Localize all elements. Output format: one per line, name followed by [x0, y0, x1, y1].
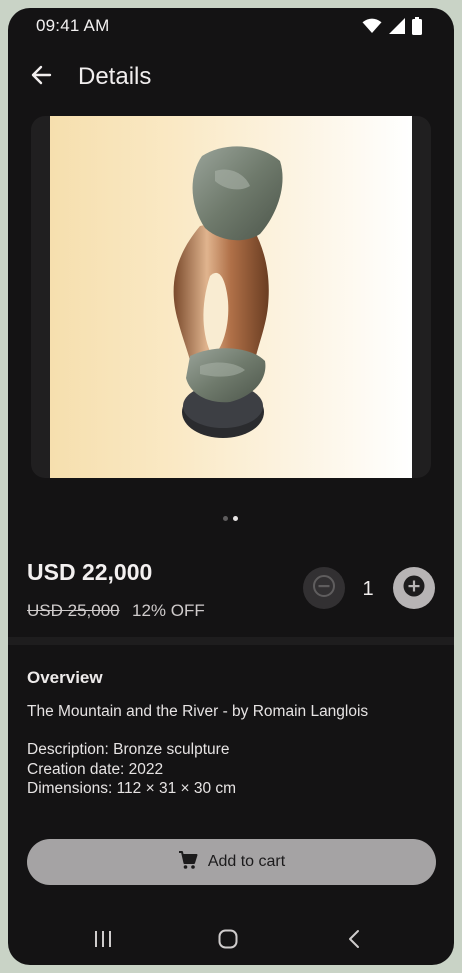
overview-heading: Overview — [27, 668, 103, 687]
home-icon — [218, 929, 238, 954]
dimensions-line: Dimensions: 112 × 31 × 30 cm — [27, 780, 237, 797]
add-to-cart-label: Add to cart — [207, 853, 286, 870]
minus-circle-icon — [312, 574, 336, 603]
gallery-pager — [223, 516, 238, 521]
system-nav-bar — [8, 913, 454, 965]
decrease-quantity-button[interactable] — [303, 567, 345, 609]
original-price: USD 25,000 — [27, 601, 120, 620]
description-line: Description: Bronze sculpture — [27, 741, 230, 758]
screen: 09:41 AM Details USD 22,000 USD 25,000 1… — [8, 8, 454, 965]
cart-icon — [178, 850, 198, 875]
back-button[interactable] — [24, 60, 58, 94]
artwork-details: Description: Bronze sculpture Creation d… — [27, 740, 236, 799]
sculpture-illustration — [173, 146, 283, 438]
battery-icon — [412, 17, 422, 40]
artwork-title: The Mountain and the River - by Romain L… — [27, 703, 369, 720]
top-app-bar: Details — [8, 54, 454, 102]
plus-circle-icon — [402, 574, 426, 603]
creation-date-line: Creation date: 2022 — [27, 760, 164, 778]
price: USD 22,000 — [27, 559, 153, 585]
product-image — [50, 116, 412, 478]
increase-quantity-button[interactable] — [393, 567, 435, 609]
nav-back-icon — [347, 929, 361, 954]
system-back-button[interactable] — [334, 925, 374, 957]
quantity-value: 1 — [362, 578, 374, 600]
home-button[interactable] — [208, 925, 248, 957]
wifi-icon — [362, 18, 382, 39]
pager-dot[interactable] — [223, 516, 228, 521]
add-to-cart-button[interactable]: Add to cart — [27, 839, 436, 885]
device-frame: 09:41 AM Details USD 22,000 USD 25,000 1… — [0, 0, 462, 973]
pager-dot-active[interactable] — [233, 516, 238, 521]
recents-button[interactable] — [83, 925, 123, 957]
discount-label: 12% OFF — [132, 601, 205, 620]
image-gallery[interactable] — [31, 116, 431, 478]
section-divider — [8, 637, 454, 645]
arrow-left-icon — [30, 64, 52, 91]
signal-icon — [389, 18, 405, 39]
page-title: Details — [78, 63, 152, 90]
status-time: 09:41 AM — [36, 16, 110, 35]
recents-icon — [93, 930, 113, 953]
status-icons — [362, 17, 422, 40]
status-bar: 09:41 AM — [8, 8, 454, 44]
